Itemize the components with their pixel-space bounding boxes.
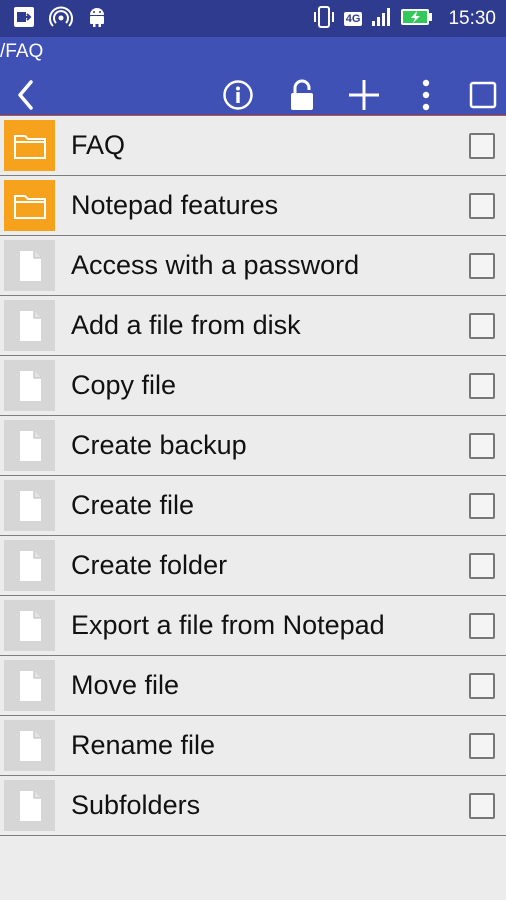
file-icon bbox=[19, 310, 41, 341]
list-item[interactable]: Rename file bbox=[0, 716, 506, 776]
file-thumb bbox=[4, 300, 55, 351]
folder-icon bbox=[13, 194, 46, 219]
file-thumb bbox=[4, 600, 55, 651]
file-icon bbox=[19, 730, 41, 761]
item-label: Create file bbox=[71, 490, 195, 520]
folder-thumb bbox=[4, 120, 55, 171]
list-item[interactable]: Create backup bbox=[0, 416, 506, 476]
item-label: Rename file bbox=[71, 730, 216, 760]
item-label: FAQ bbox=[71, 130, 126, 160]
hotspot-icon bbox=[49, 6, 73, 33]
checkbox-icon bbox=[469, 81, 497, 109]
list-item[interactable]: Add a file from disk bbox=[0, 296, 506, 356]
info-icon bbox=[223, 80, 253, 110]
file-icon bbox=[19, 790, 41, 821]
battery-charging-icon bbox=[400, 7, 434, 32]
file-icon bbox=[19, 370, 41, 401]
status-bar: 4G 15:30 bbox=[0, 0, 506, 37]
file-icon bbox=[19, 490, 41, 521]
signal-icon bbox=[370, 6, 392, 33]
back-button[interactable] bbox=[4, 73, 48, 117]
list-item[interactable]: Notepad features bbox=[0, 176, 506, 236]
item-checkbox[interactable] bbox=[469, 793, 495, 819]
file-thumb bbox=[4, 240, 55, 291]
file-thumb bbox=[4, 480, 55, 531]
item-checkbox[interactable] bbox=[469, 253, 495, 279]
file-thumb bbox=[4, 660, 55, 711]
list-item[interactable]: Move file bbox=[0, 656, 506, 716]
list-item[interactable]: Subfolders bbox=[0, 776, 506, 836]
file-thumb bbox=[4, 420, 55, 471]
item-checkbox[interactable] bbox=[469, 673, 495, 699]
file-icon bbox=[19, 430, 41, 461]
status-left-icons bbox=[13, 6, 107, 32]
list-item[interactable]: Copy file bbox=[0, 356, 506, 416]
vibrate-icon bbox=[312, 5, 336, 34]
network-type-badge: 4G bbox=[343, 12, 363, 26]
item-checkbox[interactable] bbox=[469, 553, 495, 579]
item-label: Add a file from disk bbox=[71, 310, 301, 340]
item-label: Copy file bbox=[71, 370, 177, 400]
file-icon bbox=[19, 610, 41, 641]
folder-icon bbox=[13, 134, 46, 159]
overflow-menu-icon bbox=[422, 79, 430, 111]
item-label: Create folder bbox=[71, 550, 228, 580]
add-button[interactable] bbox=[342, 73, 386, 117]
file-icon bbox=[19, 550, 41, 581]
app-bar: /FAQ bbox=[0, 37, 506, 115]
android-icon bbox=[87, 6, 107, 33]
item-checkbox[interactable] bbox=[469, 193, 495, 219]
back-icon bbox=[18, 80, 33, 110]
info-button[interactable] bbox=[216, 73, 260, 117]
select-all-checkbox[interactable] bbox=[461, 73, 505, 117]
item-checkbox[interactable] bbox=[469, 733, 495, 759]
file-thumb bbox=[4, 780, 55, 831]
list-item[interactable]: Export a file from Notepad bbox=[0, 596, 506, 656]
item-label: Move file bbox=[71, 670, 180, 700]
lock-icon bbox=[291, 79, 313, 110]
item-label: Access with a password bbox=[71, 250, 360, 280]
file-icon bbox=[19, 670, 41, 701]
list-item[interactable]: Create file bbox=[0, 476, 506, 536]
item-checkbox[interactable] bbox=[469, 373, 495, 399]
item-label: Notepad features bbox=[71, 190, 279, 220]
item-checkbox[interactable] bbox=[469, 493, 495, 519]
add-icon bbox=[349, 80, 379, 110]
item-checkbox[interactable] bbox=[469, 613, 495, 639]
overflow-menu-button[interactable] bbox=[404, 73, 448, 117]
item-checkbox[interactable] bbox=[469, 133, 495, 159]
item-label: Create backup bbox=[71, 430, 247, 460]
file-thumb bbox=[4, 360, 55, 411]
file-icon bbox=[19, 250, 41, 281]
item-label: Export a file from Notepad bbox=[71, 610, 385, 640]
screen-mirror-icon bbox=[13, 6, 35, 33]
file-thumb bbox=[4, 720, 55, 771]
file-list: FAQ Notepad features Access with a passw… bbox=[0, 116, 506, 836]
item-checkbox[interactable] bbox=[469, 313, 495, 339]
list-item[interactable]: Access with a password bbox=[0, 236, 506, 296]
item-checkbox[interactable] bbox=[469, 433, 495, 459]
lock-button[interactable] bbox=[280, 73, 324, 117]
clock: 15:30 bbox=[448, 8, 496, 29]
file-thumb bbox=[4, 540, 55, 591]
folder-thumb bbox=[4, 180, 55, 231]
list-item[interactable]: FAQ bbox=[0, 116, 506, 176]
list-item[interactable]: Create folder bbox=[0, 536, 506, 596]
item-label: Subfolders bbox=[71, 790, 201, 820]
status-right-icons: 4G 15:30 bbox=[312, 5, 496, 34]
current-path: /FAQ bbox=[0, 41, 44, 62]
